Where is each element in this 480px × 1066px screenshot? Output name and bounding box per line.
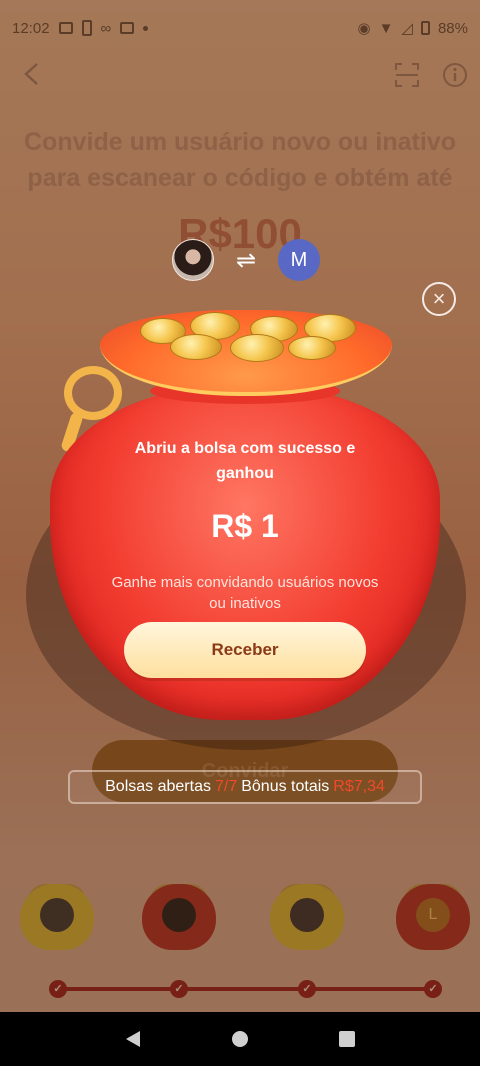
system-nav-bar — [0, 1012, 480, 1066]
avatar-letter: M — [277, 239, 320, 281]
modal-title: Abriu a bolsa com sucesso e ganhou — [134, 440, 356, 482]
bonus-value: R$7,34 — [333, 778, 385, 795]
swap-icon: ⇌ — [235, 246, 257, 274]
receive-button[interactable]: Receber — [124, 622, 366, 678]
modal-hint: Ganhe mais convidando usuários novos ou … — [111, 574, 379, 612]
opened-label: Bolsas abertas — [105, 778, 211, 795]
avatar — [172, 239, 214, 281]
recents-icon[interactable] — [338, 1030, 356, 1048]
back-icon[interactable] — [124, 1029, 142, 1049]
stats-pill: Bolsas abertas 7/7 Bônus totais R$7,34 — [68, 770, 422, 804]
bonus-label: Bônus totais — [241, 778, 330, 795]
reward-amount: R$ 1 — [211, 508, 279, 544]
opened-value: 7/7 — [214, 778, 238, 795]
home-icon[interactable] — [230, 1029, 250, 1049]
user-swap-row: ⇌ M — [172, 238, 320, 282]
